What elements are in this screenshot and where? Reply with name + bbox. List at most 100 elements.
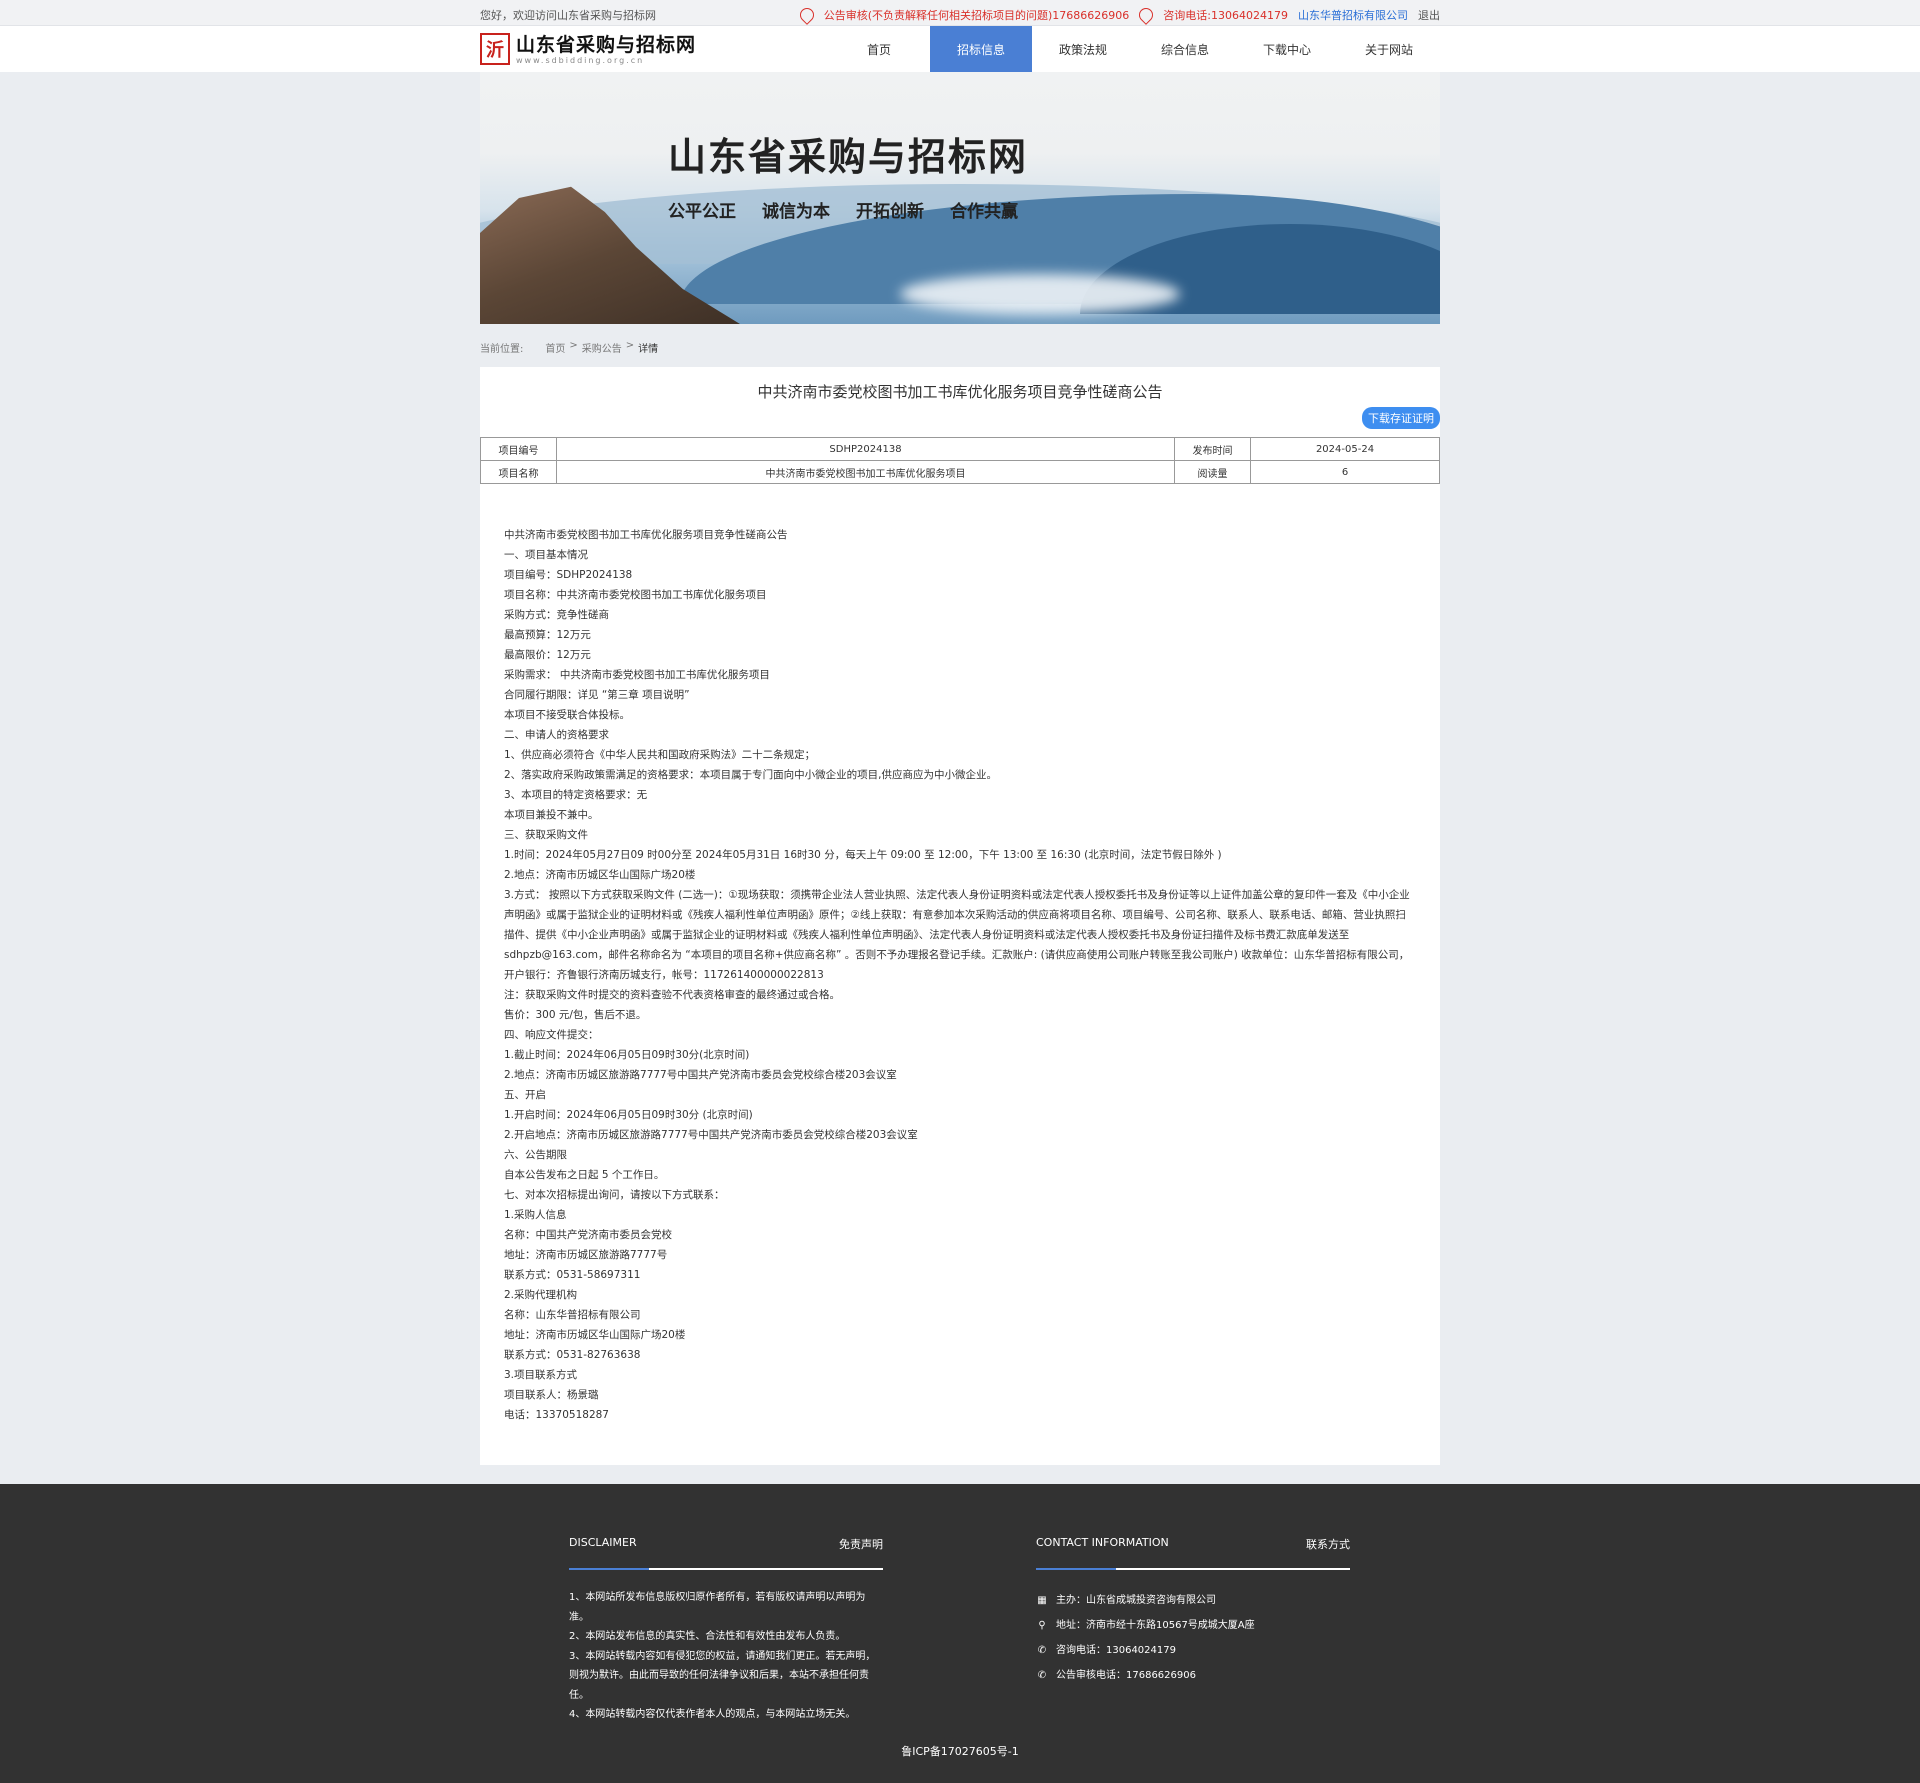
breadcrumb-section[interactable]: 采购公告 <box>582 340 622 355</box>
nav-downloads[interactable]: 下载中心 <box>1236 26 1338 72</box>
article-body: 中共济南市委党校图书加工书库优化服务项目竞争性磋商公告 一、项目基本情况 项目编号：… <box>504 525 1414 1425</box>
article-paragraph: 合同履行期限：详见 “第三章 项目说明” <box>504 689 690 701</box>
article-paragraph: 本项目不接受联合体投标。 <box>504 709 630 721</box>
site-header: 沂 山东省采购与招标网 www.sdbidding.org.cn 首页 招标信息… <box>0 26 1920 72</box>
table-row: 项目编号 SDHP2024138 发布时间 2024-05-24 <box>480 437 1440 461</box>
article-paragraph: 3、本项目的特定资格要求：无 <box>504 789 648 801</box>
nav-home[interactable]: 首页 <box>828 26 930 72</box>
article-paragraph: 1、供应商必须符合《中华人民共和国政府采购法》二十二条规定； <box>504 749 816 761</box>
article-paragraph: 1.截止时间：2024年06月05日09时30分(北京时间) <box>504 1049 750 1061</box>
logo-mark: 沂 <box>480 33 510 65</box>
table-cell-label: 阅读量 <box>1174 460 1251 484</box>
contact-item: ✆ 咨询电话：13064024179 <box>1036 1638 1350 1663</box>
table-cell-value: 6 <box>1250 460 1440 484</box>
download-certificate-button[interactable]: 下载存证证明 <box>1362 407 1440 429</box>
table-cell-value: 2024-05-24 <box>1250 437 1440 461</box>
article-paragraph: 名称：山东华普招标有限公司 <box>504 1309 641 1321</box>
disclaimer-section: DISCLAIMER 免责声明 1、本网站所发布信息版权归原作者所有，若有版权请… <box>569 1536 883 1725</box>
article-paragraph: 项目名称：中共济南市委党校图书加工书库优化服务项目 <box>504 589 767 601</box>
top-bar: 您好，欢迎访问山东省采购与招标网 公告审核(不负责解释任何相关招标项目的问题)1… <box>0 0 1920 26</box>
location-icon: ⚲ <box>1038 1619 1046 1631</box>
article-paragraph: 电话：13370518287 <box>504 1409 609 1421</box>
article-panel: 中共济南市委党校图书加工书库优化服务项目竞争性磋商公告 下载存证证明 项目编号 … <box>480 367 1440 1465</box>
phone-icon: ✆ <box>1037 1669 1047 1681</box>
article-paragraph: 五、开启 <box>504 1089 546 1101</box>
site-footer: DISCLAIMER 免责声明 1、本网站所发布信息版权归原作者所有，若有版权请… <box>0 1484 1920 1783</box>
contact-title-cn: 联系方式 <box>1306 1538 1350 1551</box>
contact-item: ✆ 公告审核电话：17686626906 <box>1036 1663 1350 1688</box>
article-title: 中共济南市委党校图书加工书库优化服务项目竞争性磋商公告 <box>757 383 1163 401</box>
table-cell-label: 项目名称 <box>480 460 557 484</box>
article-paragraph: 2.开启地点：济南市历城区旅游路7777号中国共产党济南市委员会党校综合楼203… <box>504 1129 918 1141</box>
table-cell-label: 项目编号 <box>480 437 557 461</box>
breadcrumb-separator: > <box>625 340 635 351</box>
banner-cloud <box>900 274 1180 314</box>
table-cell-value: SDHP2024138 <box>556 437 1175 461</box>
breadcrumb-separator: > <box>569 340 578 351</box>
logout-link[interactable]: 退出 <box>1418 7 1440 23</box>
slogan-1: 公平公正 <box>668 202 736 222</box>
breadcrumb-home[interactable]: 首页 <box>545 340 565 355</box>
article-paragraph: 联系方式：0531-82763638 <box>504 1349 641 1361</box>
contact-item: ⚲ 地址：济南市经十东路10567号成城大厦A座 <box>1036 1613 1350 1638</box>
consult-text: 咨询电话:13064024179 <box>1163 9 1288 22</box>
article-paragraph: 1.开启时间：2024年06月05日09时30分 (北京时间) <box>504 1109 753 1121</box>
contact-title-en: CONTACT INFORMATION <box>1036 1536 1169 1549</box>
article-paragraph: 三、获取采购文件 <box>504 829 588 841</box>
logo-url: www.sdbidding.org.cn <box>516 55 645 65</box>
contact-host: 主办：山东省成城投资咨询有限公司 <box>1056 1594 1216 1606</box>
article-paragraph: 采购方式：竞争性磋商 <box>504 609 609 621</box>
disclaimer-title-en: DISCLAIMER <box>569 1536 637 1549</box>
article-paragraph: 2、落实政府采购政策需满足的资格要求：本项目属于专门面向中小微企业的项目,供应商… <box>504 769 998 781</box>
disclaimer-item: 1、本网站所发布信息版权归原作者所有，若有版权请声明以声明为准。 <box>569 1592 866 1623</box>
consult-phone: 咨询电话:13064024179 <box>1136 5 1288 25</box>
article-paragraph: 最高预算：12万元 <box>504 629 591 641</box>
banner-slogans: 公平公正 诚信为本 开拓创新 合作共赢 <box>668 197 1018 222</box>
nav-about[interactable]: 关于网站 <box>1338 26 1440 72</box>
notice-text: 公告审核(不负责解释任何相关招标项目的问题)17686626906 <box>823 9 1130 22</box>
disclaimer-item: 2、本网站发布信息的真实性、合法性和有效性由发布人负责。 <box>569 1631 846 1642</box>
phone-icon: ✆ <box>1037 1644 1047 1656</box>
article-paragraph: 本项目兼投不兼中。 <box>504 809 599 821</box>
contact-item: ▦ 主办：山东省成城投资咨询有限公司 <box>1036 1588 1350 1613</box>
nav-policies[interactable]: 政策法规 <box>1032 26 1134 72</box>
article-paragraph: 1.时间：2024年05月27日09 时00分至 2024年05月31日 16时… <box>504 849 1222 861</box>
banner-title: 山东省采购与招标网 <box>668 134 1029 179</box>
article-paragraph: 四、响应文件提交： <box>504 1029 599 1041</box>
company-link[interactable]: 山东华普招标有限公司 <box>1298 7 1408 23</box>
article-paragraph: 3.方式： 按照以下方式获取采购文件 (二选一)：①现场获取：须携带企业法人营业… <box>504 889 1410 981</box>
building-icon: ▦ <box>1037 1594 1047 1606</box>
article-paragraph: 2.采购代理机构 <box>504 1289 578 1301</box>
breadcrumb: 当前位置: 首页 > 采购公告 > 详情 <box>480 324 1440 367</box>
icp-record[interactable]: 鲁ICP备17027605号-1 <box>0 1743 1920 1759</box>
article-paragraph: 2.地点：济南市历城区旅游路7777号中国共产党济南市委员会党校综合楼203会议… <box>504 1069 897 1081</box>
site-logo[interactable]: 沂 山东省采购与招标网 www.sdbidding.org.cn <box>480 33 696 65</box>
article-paragraph: 地址：济南市历城区旅游路7777号 <box>504 1249 668 1261</box>
nav-bidding-info[interactable]: 招标信息 <box>930 26 1032 72</box>
article-paragraph: 2.地点：济南市历城区华山国际广场20楼 <box>504 869 696 881</box>
main-nav: 首页 招标信息 政策法规 综合信息 下载中心 关于网站 <box>828 26 1440 72</box>
article-paragraph: 名称：中国共产党济南市委员会党校 <box>504 1229 672 1241</box>
article-paragraph: 地址：济南市历城区华山国际广场20楼 <box>504 1329 686 1341</box>
contact-phone: 咨询电话：13064024179 <box>1056 1644 1176 1656</box>
notice-phone: 公告审核(不负责解释任何相关招标项目的问题)17686626906 <box>796 5 1130 25</box>
article-paragraph: 中共济南市委党校图书加工书库优化服务项目竞争性磋商公告 <box>504 529 788 541</box>
nav-general-info[interactable]: 综合信息 <box>1134 26 1236 72</box>
article-paragraph: 联系方式：0531-58697311 <box>504 1269 641 1281</box>
table-row: 项目名称 中共济南市委党校图书加工书库优化服务项目 阅读量 6 <box>480 460 1440 484</box>
contact-review-phone: 公告审核电话：17686626906 <box>1056 1669 1196 1681</box>
breadcrumb-label: 当前位置: <box>480 344 524 355</box>
phone-icon <box>796 5 817 25</box>
article-paragraph: 项目联系人：杨景璐 <box>504 1389 599 1401</box>
table-cell-value: 中共济南市委党校图书加工书库优化服务项目 <box>556 460 1175 484</box>
article-paragraph: 采购需求： 中共济南市委党校图书加工书库优化服务项目 <box>504 669 770 681</box>
logo-title: 山东省采购与招标网 <box>516 33 697 56</box>
disclaimer-title-cn: 免责声明 <box>839 1538 883 1551</box>
article-paragraph: 3.项目联系方式 <box>504 1369 578 1381</box>
slogan-3: 开拓创新 <box>856 202 924 222</box>
contact-address: 地址：济南市经十东路10567号成城大厦A座 <box>1056 1619 1255 1631</box>
phone-icon <box>1136 5 1157 25</box>
contact-section: CONTACT INFORMATION 联系方式 ▦ 主办：山东省成城投资咨询有… <box>1036 1536 1350 1688</box>
article-paragraph: 最高限价：12万元 <box>504 649 591 661</box>
article-paragraph: 二、申请人的资格要求 <box>504 729 609 741</box>
